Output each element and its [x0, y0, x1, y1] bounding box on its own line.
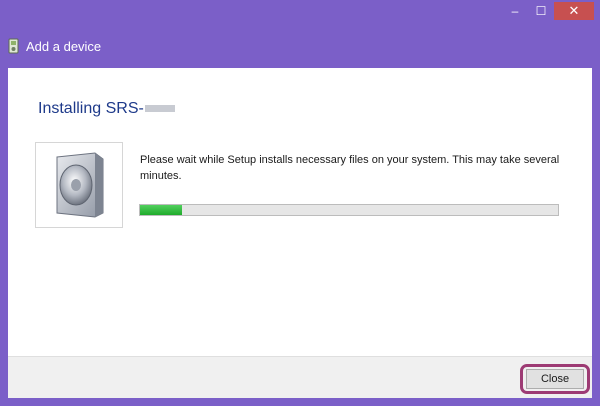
progress-fill — [140, 205, 182, 215]
title-bar: Add a device — [8, 36, 101, 56]
device-icon — [8, 38, 19, 54]
dialog-content: Installing SRS- Please wait while Setup … — [8, 68, 592, 398]
window-title: Add a device — [26, 38, 102, 54]
page-title: Installing SRS- — [38, 100, 175, 118]
add-device-window: – ☐ ✕ Add a device Installing SRS- Pleas… — [0, 0, 600, 406]
redacted-model-name — [144, 105, 175, 113]
dialog-footer: Close — [8, 356, 592, 398]
maximize-button[interactable]: ☐ — [528, 2, 554, 20]
close-button[interactable]: Close — [526, 369, 584, 389]
install-progress-bar — [139, 204, 559, 216]
caption-buttons: – ☐ ✕ — [502, 2, 594, 20]
minimize-button[interactable]: – — [502, 2, 528, 20]
device-image — [35, 142, 123, 228]
close-button-highlight: Close — [520, 364, 590, 394]
close-window-button[interactable]: ✕ — [554, 2, 594, 20]
speaker-icon — [56, 152, 104, 218]
status-message: Please wait while Setup installs necessa… — [140, 154, 560, 182]
